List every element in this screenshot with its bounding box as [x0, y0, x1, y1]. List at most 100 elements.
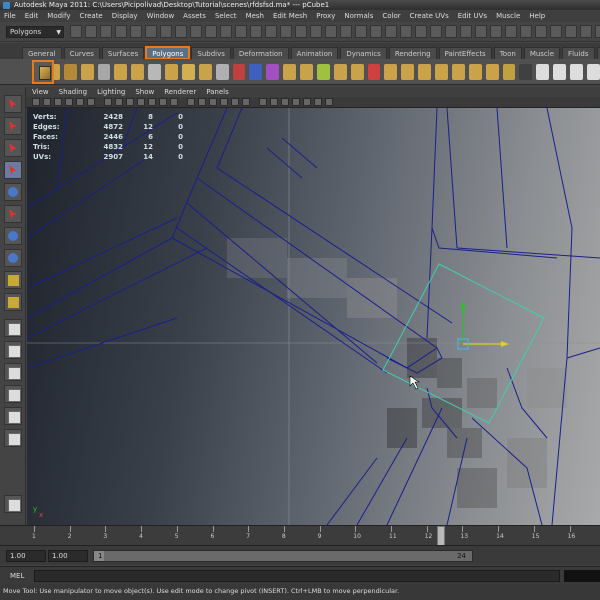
panel-toolbar-icon[interactable]	[292, 98, 300, 106]
menu-modify[interactable]: Modify	[47, 12, 70, 20]
menu-edit-mesh[interactable]: Edit Mesh	[273, 12, 307, 20]
status-line-tool-icon[interactable]	[580, 25, 592, 38]
shelf-tool-icon[interactable]	[435, 63, 448, 80]
current-time-marker[interactable]	[437, 526, 445, 546]
shelf-tool-icon[interactable]	[63, 63, 77, 80]
shelf-tool-icon[interactable]	[181, 63, 195, 80]
panel-menu-show[interactable]: Show	[135, 87, 154, 97]
shelf-tool-icon[interactable]	[401, 63, 415, 80]
status-line-tool-icon[interactable]	[505, 25, 517, 38]
menu-edit-uvs[interactable]: Edit UVs	[458, 12, 487, 20]
panel-toolbar-icon[interactable]	[87, 98, 95, 106]
shelf-tool-icon[interactable]	[232, 63, 246, 80]
status-line-tool-icon[interactable]	[115, 25, 127, 38]
lasso-tool-icon[interactable]	[4, 117, 22, 135]
panel-toolbar-icon[interactable]	[231, 98, 239, 106]
tab-deformation[interactable]: Deformation	[232, 47, 289, 59]
universal-manip-icon[interactable]	[4, 227, 22, 245]
status-line-tool-icon[interactable]	[265, 25, 277, 38]
status-line-tool-icon[interactable]	[175, 25, 187, 38]
status-line-tool-icon[interactable]	[370, 25, 382, 38]
status-line-tool-icon[interactable]	[355, 25, 367, 38]
manip-x-arrow-icon[interactable]	[501, 341, 509, 347]
panel-toolbar-icon[interactable]	[32, 98, 40, 106]
shelf-tool-icon[interactable]	[165, 63, 178, 80]
last-tool-icon[interactable]	[4, 293, 22, 311]
shelf-tool-icon[interactable]	[519, 63, 533, 80]
persp-graph-layout-icon[interactable]	[4, 385, 22, 403]
soft-mod-tool-icon[interactable]	[4, 249, 22, 267]
shelf-tool-icon[interactable]	[553, 63, 566, 80]
shelf-tool-icon[interactable]	[333, 63, 347, 80]
viewport-scene[interactable]	[27, 108, 600, 525]
status-line-tool-icon[interactable]	[415, 25, 427, 38]
panel-menu-panels[interactable]: Panels	[206, 87, 229, 97]
status-line-tool-icon[interactable]	[325, 25, 337, 38]
status-line-tool-icon[interactable]	[130, 25, 142, 38]
menu-edit[interactable]: Edit	[25, 12, 39, 20]
manip-y-arrow-icon[interactable]	[460, 301, 466, 309]
tab-polygons[interactable]: Polygons	[145, 46, 191, 59]
panel-toolbar-icon[interactable]	[104, 98, 112, 106]
tab-fur[interactable]: Fur	[596, 47, 600, 59]
panel-toolbar-icon[interactable]	[115, 98, 123, 106]
menu-set-dropdown[interactable]: Polygons ▼	[6, 26, 64, 38]
menu-create-uvs[interactable]: Create UVs	[410, 12, 449, 20]
status-line-tool-icon[interactable]	[70, 25, 82, 38]
panel-toolbar-icon[interactable]	[126, 98, 134, 106]
playback-start-field[interactable]: 1.00	[48, 550, 88, 562]
shelf-tool-icon[interactable]	[114, 63, 128, 80]
single-perspective-layout-icon[interactable]	[4, 319, 22, 337]
panel-toolbar-icon[interactable]	[137, 98, 145, 106]
shelf-tool-icon[interactable]	[367, 63, 381, 80]
panel-toolbar-icon[interactable]	[303, 98, 311, 106]
status-line-tool-icon[interactable]	[295, 25, 307, 38]
start-time-field[interactable]: 1.00	[6, 550, 46, 562]
menu-window[interactable]: Window	[147, 12, 175, 20]
panel-toolbar-icon[interactable]	[220, 98, 228, 106]
shelf-tool-icon[interactable]	[148, 63, 161, 80]
panel-menu-lighting[interactable]: Lighting	[97, 87, 125, 97]
tab-painteffects[interactable]: PaintEffects	[438, 47, 492, 59]
panel-toolbar-icon[interactable]	[198, 98, 206, 106]
panel-toolbar-icon[interactable]	[242, 98, 250, 106]
status-line-tool-icon[interactable]	[145, 25, 157, 38]
status-line-tool-icon[interactable]	[445, 25, 457, 38]
shelf-polygon-cube-icon[interactable]	[32, 60, 54, 84]
menu-display[interactable]: Display	[112, 12, 138, 20]
menu-muscle[interactable]: Muscle	[496, 12, 520, 20]
shelf-tool-icon[interactable]	[97, 63, 111, 80]
shelf-tool-icon[interactable]	[502, 63, 516, 80]
panel-toolbar-icon[interactable]	[281, 98, 289, 106]
status-line-tool-icon[interactable]	[160, 25, 172, 38]
panel-toolbar-icon[interactable]	[270, 98, 278, 106]
shelf-tool-icon[interactable]	[418, 63, 431, 80]
panel-menu-renderer[interactable]: Renderer	[164, 87, 196, 97]
persp-outliner-layout-icon[interactable]	[4, 363, 22, 381]
menu-proxy[interactable]: Proxy	[316, 12, 335, 20]
menu-normals[interactable]: Normals	[344, 12, 373, 20]
shelf-tool-icon[interactable]	[384, 63, 398, 80]
tab-dynamics[interactable]: Dynamics	[340, 47, 387, 59]
menu-help[interactable]: Help	[529, 12, 545, 20]
shelf-tool-icon[interactable]	[215, 63, 229, 80]
command-language-label[interactable]: MEL	[10, 570, 24, 582]
four-view-layout-icon[interactable]	[4, 341, 22, 359]
status-line-tool-icon[interactable]	[85, 25, 97, 38]
status-line-tool-icon[interactable]	[520, 25, 532, 38]
shelf-tool-icon[interactable]	[316, 63, 330, 80]
menu-assets[interactable]: Assets	[183, 12, 206, 20]
status-line-tool-icon[interactable]	[385, 25, 397, 38]
panel-toolbar-icon[interactable]	[76, 98, 84, 106]
tab-fluids[interactable]: Fluids	[562, 47, 595, 59]
shelf-tool-icon[interactable]	[198, 63, 212, 80]
show-manip-icon[interactable]	[4, 271, 22, 289]
shelf-tool-icon[interactable]	[283, 63, 296, 80]
shelf-tool-icon[interactable]	[350, 63, 364, 80]
tab-surfaces[interactable]: Surfaces	[101, 47, 145, 59]
panel-toolbar-icon[interactable]	[314, 98, 322, 106]
status-line-tool-icon[interactable]	[400, 25, 412, 38]
rotate-tool-icon[interactable]	[4, 183, 22, 201]
menu-select[interactable]: Select	[215, 12, 237, 20]
status-line-tool-icon[interactable]	[220, 25, 232, 38]
